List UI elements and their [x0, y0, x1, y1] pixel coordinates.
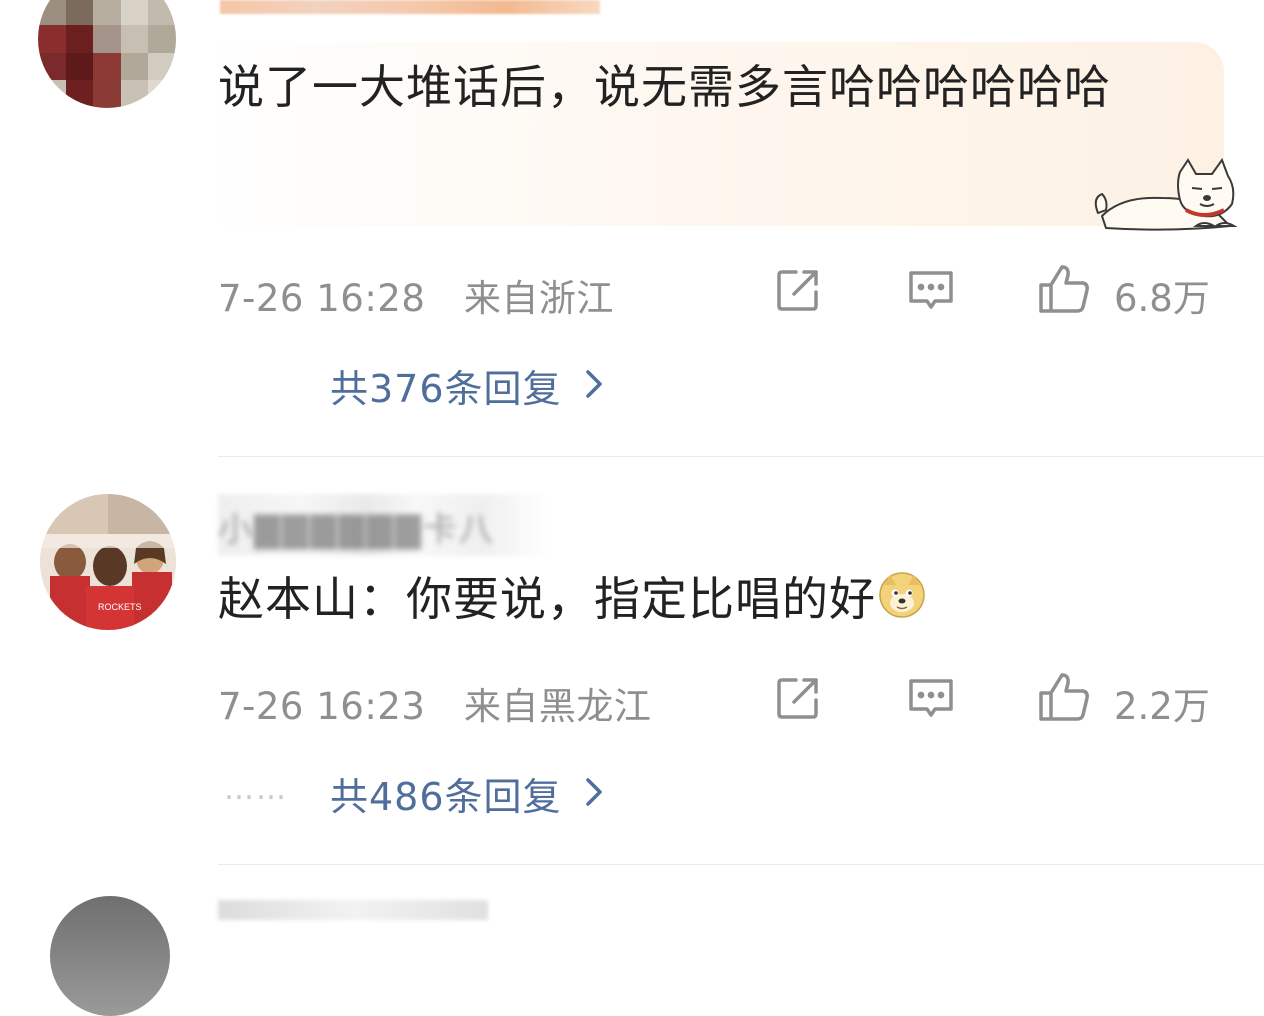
chevron-right-icon: [584, 367, 604, 405]
share-edit-icon: [774, 674, 822, 726]
svg-text:ROCKETS: ROCKETS: [98, 602, 142, 612]
like-count: 6.8万: [1114, 277, 1210, 320]
avatar[interactable]: [50, 896, 170, 1016]
username-blurred[interactable]: [218, 900, 488, 920]
share-edit-icon: [774, 266, 822, 318]
comment-text-body: 赵本山：你要说，指定比唱的好: [218, 572, 876, 626]
username[interactable]: 小▇▇▇▇▇▇卡八: [218, 502, 495, 551]
avatar[interactable]: [38, 0, 176, 108]
comment-button[interactable]: [905, 674, 957, 726]
thumbs-up-icon: [1036, 261, 1092, 321]
doge-emoji: [878, 566, 926, 640]
comment-button[interactable]: [905, 266, 957, 318]
replies-count-label: 共486条回复: [330, 775, 562, 819]
comment-location: 来自浙江: [463, 277, 614, 320]
comment-text: 说了一大堆话后，说无需多言哈哈哈哈哈哈: [218, 60, 1111, 114]
comment-time: 7-26 16:23: [218, 685, 426, 728]
shiba-dog-sticker: [1092, 157, 1242, 234]
chevron-right-icon: [584, 775, 604, 813]
replies-link[interactable]: 共486条回复: [330, 766, 604, 821]
comment-text: 赵本山：你要说，指定比唱的好: [218, 562, 926, 640]
username-blurred[interactable]: [220, 0, 600, 14]
like-button[interactable]: [1034, 670, 1094, 728]
comment-location: 来自黑龙江: [463, 685, 652, 728]
comment-divider: [218, 456, 1264, 457]
thumbs-up-icon: [1036, 669, 1092, 729]
like-button[interactable]: [1034, 262, 1094, 320]
share-button[interactable]: [772, 266, 824, 318]
like-count: 2.2万: [1114, 685, 1210, 728]
replies-count-label: 共376条回复: [330, 367, 562, 411]
comment-meta: 7-26 16:23 来自黑龙江: [218, 676, 651, 730]
comment-time: 7-26 16:28: [218, 277, 426, 320]
replies-link[interactable]: 共376条回复: [330, 358, 604, 413]
share-button[interactable]: [772, 674, 824, 726]
comment-bubble-icon: [906, 673, 956, 727]
comment-meta: 7-26 16:28 来自浙江: [218, 268, 614, 322]
comment-bubble-icon: [906, 265, 956, 319]
avatar[interactable]: ROCKETS: [40, 494, 176, 630]
comment-divider: [218, 864, 1264, 865]
reply-preview-dots: ……: [224, 772, 288, 807]
